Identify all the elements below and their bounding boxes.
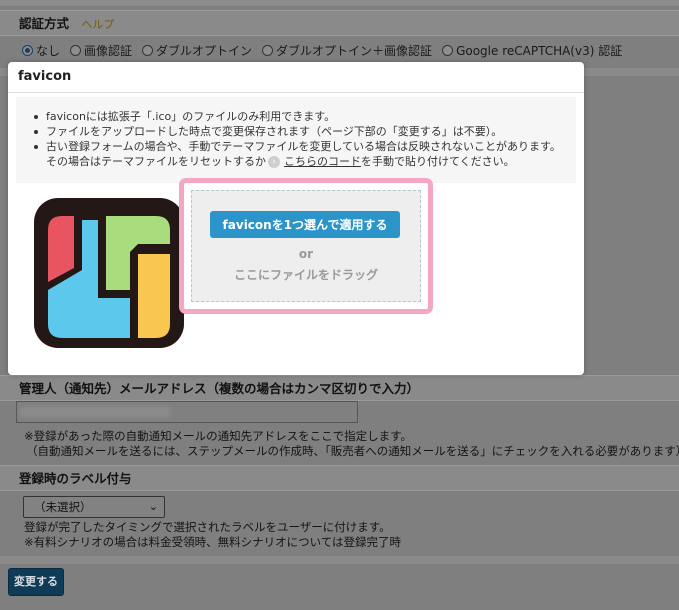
label-select-value: （未選択） — [34, 500, 92, 514]
note-continuation-text: その場合はテーマファイルをリセットするか — [46, 155, 266, 168]
radio-icon[interactable] — [442, 44, 454, 56]
label-note-1: 登録が完了したタイミングで選択されたラベルをユーザーに付けます。 — [24, 520, 391, 534]
modal-divider — [8, 92, 584, 93]
dropzone-drag-hint: ここにファイルをドラッグ — [233, 268, 378, 282]
admin-email-title: 管理人（通知先）メールアドレス（複数の場合はカンマ区切りで入力） — [19, 381, 420, 396]
favicon-modal: favicon faviconには拡張子「.ico」のファイルのみ利用できます。… — [8, 62, 584, 375]
label-note-2: ※有料シナリオの場合は料金受領時、無料シナリオについては登録完了時 — [24, 535, 402, 549]
section-divider — [0, 556, 679, 564]
note-item: faviconには拡張子「.ico」のファイルのみ利用できます。 — [32, 109, 576, 124]
top-strip — [0, 0, 679, 6]
note-continuation-text: を手動で貼り付けてください。 — [361, 155, 515, 168]
favicon-notes: faviconには拡張子「.ico」のファイルのみ利用できます。 ファイルをアッ… — [16, 97, 576, 183]
note-item: ファイルをアップロードした時点で変更保存されます（ページ下部の「変更する」は不要… — [32, 124, 576, 139]
label-select[interactable]: （未選択） ⌄ — [23, 496, 165, 518]
auth-option-label: ダブルオプトイン＋画像認証 — [276, 43, 433, 58]
auth-option-double-optin-image[interactable]: ダブルオプトイン＋画像認証 — [262, 42, 432, 59]
radio-icon[interactable] — [262, 44, 274, 56]
label-section-title: 登録時のラベル付与 — [19, 471, 132, 486]
dropzone-or-text: or — [298, 247, 314, 261]
auth-option-label: ダブルオプトイン — [156, 43, 253, 58]
auth-radio-group: なし 画像認証 ダブルオプトイン ダブルオプトイン＋画像認証 Google re… — [0, 39, 679, 61]
note-continuation: その場合はテーマファイルをリセットするか › こちらのコード を手動で貼り付けて… — [32, 154, 576, 169]
radio-icon[interactable] — [70, 44, 82, 56]
chevron-right-icon: › — [268, 155, 280, 168]
auth-section-title: 認証方式 — [19, 16, 70, 31]
modal-title: favicon — [18, 69, 72, 84]
code-link[interactable]: こちらのコード — [284, 154, 361, 169]
submit-button[interactable]: 変更する — [8, 568, 64, 596]
radio-icon[interactable] — [22, 44, 33, 56]
auth-option-label: なし — [36, 43, 61, 58]
auth-option-label: Google reCAPTCHA(v3) 認証 — [456, 43, 623, 58]
favicon-preview-image — [34, 198, 184, 348]
note-item: 古い登録フォームの場合や、手動でテーマファイルを変更している場合は反映されないこ… — [32, 139, 576, 154]
help-link[interactable]: ヘルプ — [81, 18, 114, 31]
label-section-header: 登録時のラベル付与 — [0, 465, 679, 491]
admin-email-header: 管理人（通知先）メールアドレス（複数の場合はカンマ区切りで入力） — [0, 375, 679, 401]
auth-option-recaptcha[interactable]: Google reCAPTCHA(v3) 認証 — [442, 42, 622, 59]
admin-email-note-2: （自動通知メールを送るには、ステップメールの作成時、「販売者への通知メールを送る… — [26, 444, 679, 458]
auth-option-none[interactable]: なし — [22, 42, 60, 59]
admin-email-note-1: ※登録があった際の自動通知メールの通知先アドレスをここで指定します。 — [24, 429, 412, 443]
blurred-email-value — [20, 407, 170, 417]
chevron-down-icon: ⌄ — [148, 500, 158, 513]
radio-icon[interactable] — [142, 44, 154, 56]
auth-option-label: 画像認証 — [84, 43, 133, 58]
auth-option-captcha-image[interactable]: 画像認証 — [70, 42, 132, 59]
favicon-dropzone-highlight: faviconを1つ選んで適用する or ここにファイルをドラッグ — [179, 178, 433, 314]
auth-option-double-optin[interactable]: ダブルオプトイン — [142, 42, 252, 59]
choose-favicon-button[interactable]: faviconを1つ選んで適用する — [210, 211, 400, 238]
favicon-dropzone[interactable]: faviconを1つ選んで適用する or ここにファイルをドラッグ — [191, 190, 421, 302]
auth-section-header: 認証方式 ヘルプ — [0, 10, 679, 36]
